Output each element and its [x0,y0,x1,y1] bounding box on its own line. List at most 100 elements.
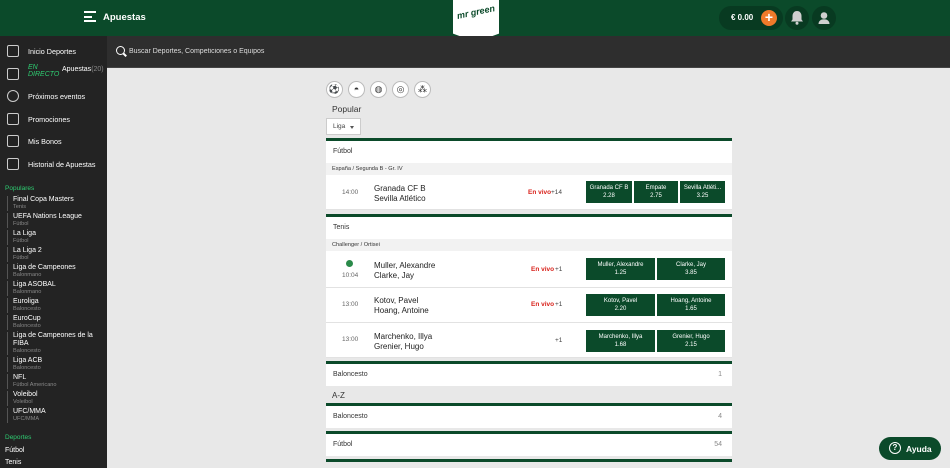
balance: € 0.00 [731,13,754,22]
sidebar-item-historial[interactable]: Historial de Apuestas [0,153,107,176]
more-markets[interactable]: +1 [555,266,562,273]
match-time: 13:00 [342,336,359,343]
match-time: 10:04 [342,272,359,279]
popular-item[interactable]: NFL Fútbol Americano [7,374,105,389]
away-team: Grenier, Hugo [374,342,424,351]
section-title: Fútbol [333,441,353,448]
odds-button[interactable]: Kotov, Pavel 2.20 [586,294,655,316]
notifications-button[interactable] [785,6,809,30]
sidebar-item-bonos[interactable]: Mis Bonos [0,130,107,153]
help-button[interactable]: ? Ayuda [879,437,941,460]
away-team: Clarke, Jay [374,271,415,280]
match-time: 13:00 [342,301,359,308]
page-title: Apuestas [103,12,146,23]
popular-heading: Popular [332,104,362,114]
sidebar-item-en-directo[interactable]: EN DIRECTO Apuestas(20) [0,63,107,86]
odds-button[interactable]: Marchenko, Illya 1.68 [586,330,655,352]
popular-item[interactable]: La Liga Fútbol [7,230,105,245]
away-team: Hoang, Antoine [374,306,429,315]
chevron-down-icon [350,126,354,129]
odds-button[interactable]: Empate 2.75 [634,181,678,203]
home-team: Marchenko, Illya [374,332,433,341]
section-header-tenis[interactable]: Tenis [326,217,732,239]
sidebar-item-promociones[interactable]: Promociones [0,108,107,131]
az-item-futbol[interactable]: Fútbol 54 [326,434,732,456]
logo-text: mr green [456,3,496,21]
menu-icon[interactable] [84,11,96,22]
more-sports-icon[interactable]: ⁂ [414,81,431,98]
populares-heading: Populares [5,185,35,192]
home-team: Muller, Alexandre [374,261,436,270]
gift-icon [7,112,19,125]
popular-item[interactable]: Liga ASOBAL Balonmano [7,281,105,296]
section-header-baloncesto[interactable]: Baloncesto 1 [326,364,732,386]
bell-icon [791,11,803,25]
deportes-heading: Deportes [5,434,32,441]
soccer-ball-icon[interactable]: ⚽ [326,81,343,98]
live-label: EN DIRECTO [28,63,60,79]
odds-button[interactable]: Granada CF B 2.28 [586,181,632,203]
document-icon [7,157,19,170]
odds-button[interactable]: Sevilla Atléti... 3.25 [680,181,725,203]
live-count: (20) [91,65,104,73]
az-item-baloncesto[interactable]: Baloncesto 4 [326,406,732,428]
league-row[interactable]: Challenger / Ortisei [326,239,732,251]
top-bar: Apuestas mr green € 0.00 + [0,0,950,42]
league-filter-select[interactable]: Liga [326,118,361,135]
sidebar-item-label: Inicio Deportes [28,47,76,56]
home-team: Granada CF B [374,184,426,193]
sidebar-item-label: Apuestas(20) [62,65,104,73]
popular-item[interactable]: UEFA Nations League Fútbol [7,213,105,228]
help-icon: ? [889,442,901,454]
more-markets[interactable]: +1 [555,337,562,344]
deposit-button[interactable]: + [761,10,777,26]
grid-icon [7,45,19,57]
basketball-icon[interactable]: ◍ [370,81,387,98]
odds-button[interactable]: Muller, Alexandre 1.25 [586,258,655,280]
event-count: 54 [714,441,722,448]
user-icon [818,12,830,24]
section-title: Baloncesto [333,371,368,378]
sport-link-tenis[interactable]: Tenis [5,459,21,466]
odds-button[interactable]: Hoang, Antoine 1.65 [657,294,725,316]
popular-item[interactable]: Final Copa Masters Tenis [7,196,105,211]
section-header-futbol[interactable]: Fútbol [326,141,732,163]
popular-item[interactable]: Liga de Campeones de la FIBA Baloncesto [7,332,105,355]
popular-item[interactable]: Liga ACB Baloncesto [7,357,105,372]
league-row[interactable]: España / Segunda B - Gr. IV [326,163,732,175]
volleyball-icon[interactable]: ◎ [392,81,409,98]
popular-item[interactable]: Liga de Campeones Balonmano [7,264,105,279]
popular-item[interactable]: Voleibol Voleibol [7,391,105,406]
odds-button[interactable]: Clarke, Jay 3.85 [657,258,725,280]
sidebar-item-label: Mis Bonos [28,137,62,146]
tennis-ball-icon [346,260,353,267]
section-title: Baloncesto [333,413,368,420]
search-input[interactable] [129,45,629,58]
account-button[interactable] [812,6,836,30]
more-markets[interactable]: +14 [551,189,562,196]
popular-item[interactable]: La Liga 2 Fútbol [7,247,105,262]
match-row[interactable]: 14:00 Granada CF B Sevilla Atlético En v… [326,175,732,210]
sidebar: Inicio Deportes EN DIRECTO Apuestas(20) … [0,36,107,468]
sidebar-item-inicio[interactable]: Inicio Deportes [0,40,107,63]
sidebar-item-label: Próximos eventos [28,92,86,101]
popular-item[interactable]: Euroliga Baloncesto [7,298,105,313]
baseball-icon[interactable]: ◓ [348,81,365,98]
odds-button[interactable]: Grenier, Hugo 2.15 [657,330,725,352]
match-time: 14:00 [342,189,359,196]
match-row[interactable]: 10:04 Muller, Alexandre Clarke, Jay En v… [326,251,732,288]
sport-link-futbol[interactable]: Fútbol [5,447,24,454]
live-badge: En vivo [531,266,555,273]
tv-icon [7,67,19,80]
popular-item[interactable]: EuroCup Baloncesto [7,315,105,330]
popular-item[interactable]: UFC/MMA UFC/MMA [7,408,105,423]
match-row[interactable]: 13:00 Marchenko, Illya Grenier, Hugo +1 … [326,323,732,358]
az-heading: A-Z [332,391,345,400]
clock-icon [7,90,19,102]
search-icon [116,46,125,55]
live-badge: En vivo [531,301,555,308]
balance-pill[interactable]: € 0.00 + [719,6,783,30]
sidebar-item-proximos[interactable]: Próximos eventos [0,85,107,108]
match-row[interactable]: 13:00 Kotov, Pavel Hoang, Antoine En viv… [326,288,732,323]
more-markets[interactable]: +1 [555,301,562,308]
